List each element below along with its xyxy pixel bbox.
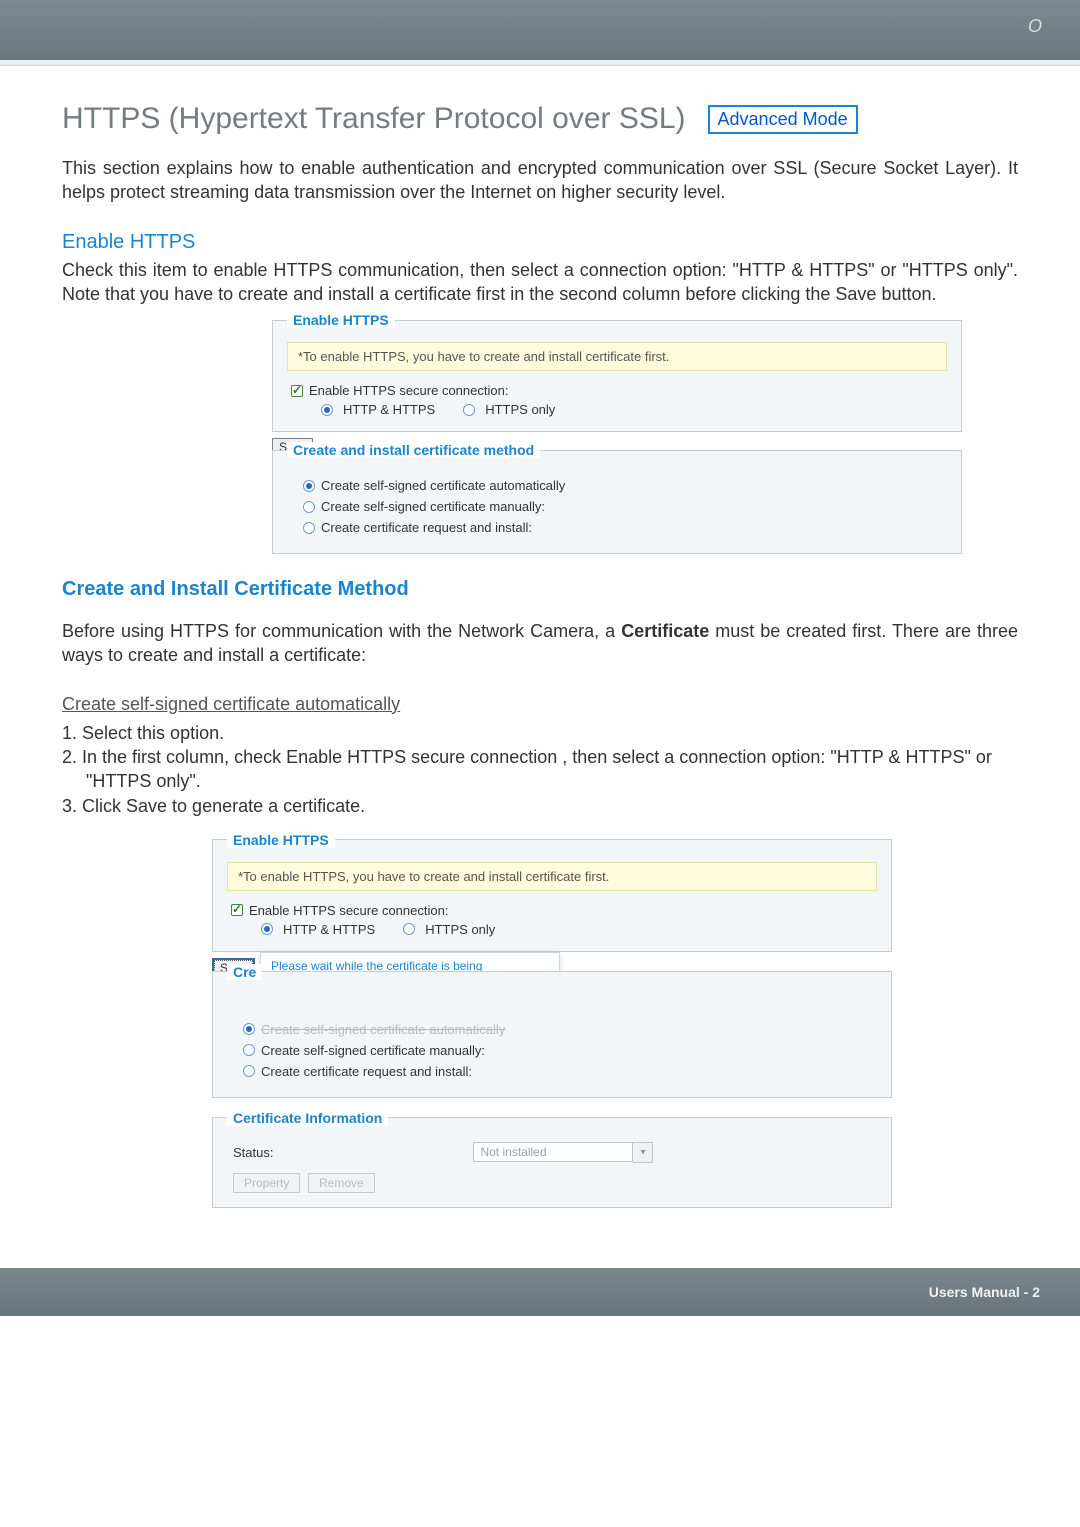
steps-list: 1. Select this option. 2. In the first c…	[62, 721, 1018, 818]
radio-cert-request-2[interactable]	[243, 1065, 255, 1077]
radio-cert-auto-label: Create self-signed certificate automatic…	[321, 478, 565, 493]
page-title: HTTPS (Hypertext Transfer Protocol over …	[62, 102, 686, 136]
remove-button[interactable]: Remove	[308, 1173, 375, 1193]
radio-cert-auto-2[interactable]	[243, 1023, 255, 1035]
cert-method-fieldset-2: Cre Create self-signed certificate autom…	[212, 964, 892, 1098]
intro-paragraph: This section explains how to enable auth…	[62, 156, 1018, 205]
step-3: 3. Click Save to generate a certificate.	[62, 794, 1018, 818]
enable-https-checkbox-label-2: Enable HTTPS secure connection:	[249, 903, 448, 918]
radio-http-https-2[interactable]	[261, 923, 273, 935]
cert-method-legend-trunc: Cre	[227, 964, 262, 980]
property-button[interactable]: Property	[233, 1173, 300, 1193]
radio-https-only-label-2: HTTPS only	[425, 922, 495, 937]
step-1: 1. Select this option.	[62, 721, 1018, 745]
radio-http-https-label: HTTP & HTTPS	[343, 402, 435, 417]
enable-https-checkbox-label: Enable HTTPS secure connection:	[309, 383, 508, 398]
enable-https-fieldset: Enable HTTPS *To enable HTTPS, you have …	[272, 312, 962, 432]
cert-info-fieldset: Certificate Information Status: Not inst…	[212, 1110, 892, 1208]
enable-https-checkbox-2[interactable]	[231, 904, 243, 916]
https-note: *To enable HTTPS, you have to create and…	[287, 342, 947, 371]
https-note-2: *To enable HTTPS, you have to create and…	[227, 862, 877, 891]
chevron-down-icon: ▾	[640, 1147, 645, 1158]
footer-text: Users Manual - 2	[929, 1284, 1040, 1300]
enable-https-paragraph: Check this item to enable HTTPS communic…	[62, 258, 1018, 307]
header-decor: O	[1028, 16, 1042, 37]
cert-status-label: Status:	[233, 1145, 273, 1160]
advanced-mode-badge: Advanced Mode	[708, 105, 858, 134]
radio-http-https-label-2: HTTP & HTTPS	[283, 922, 375, 937]
radio-https-only-2[interactable]	[403, 923, 415, 935]
cert-method-legend: Create and install certificate method	[287, 442, 540, 458]
radio-cert-auto-label-2: Create self-signed certificate automatic…	[261, 1022, 505, 1037]
cert-method-paragraph: Before using HTTPS for communication wit…	[62, 619, 1018, 668]
radio-http-https[interactable]	[321, 404, 333, 416]
enable-https-legend: Enable HTTPS	[287, 312, 395, 328]
enable-https-checkbox[interactable]	[291, 385, 303, 397]
cert-method-heading: Create and Install Certificate Method	[62, 578, 1018, 601]
radio-cert-auto[interactable]	[303, 480, 315, 492]
radio-cert-request-label: Create certificate request and install:	[321, 520, 532, 535]
radio-https-only-label: HTTPS only	[485, 402, 555, 417]
step-2: 2. In the first column, check Enable HTT…	[62, 745, 1018, 794]
cert-method-fieldset: Create and install certificate method Cr…	[272, 442, 962, 554]
radio-cert-manual[interactable]	[303, 501, 315, 513]
radio-https-only[interactable]	[463, 404, 475, 416]
enable-https-fieldset-2: Enable HTTPS *To enable HTTPS, you have …	[212, 832, 892, 952]
enable-https-legend-2: Enable HTTPS	[227, 832, 335, 848]
cert-status-value: Not installed	[473, 1142, 633, 1162]
cert-status-dropdown[interactable]: ▾	[633, 1142, 653, 1163]
radio-cert-request-label-2: Create certificate request and install:	[261, 1064, 472, 1079]
cert-info-legend: Certificate Information	[227, 1110, 388, 1126]
radio-cert-manual-label: Create self-signed certificate manually:	[321, 499, 545, 514]
radio-cert-manual-2[interactable]	[243, 1044, 255, 1056]
radio-cert-manual-label-2: Create self-signed certificate manually:	[261, 1043, 485, 1058]
auto-cert-subhead: Create self-signed certificate automatic…	[62, 694, 430, 715]
header-bar: O	[0, 0, 1080, 60]
radio-cert-request[interactable]	[303, 522, 315, 534]
footer: Users Manual - 2	[0, 1268, 1080, 1316]
enable-https-heading: Enable HTTPS	[62, 231, 1018, 254]
